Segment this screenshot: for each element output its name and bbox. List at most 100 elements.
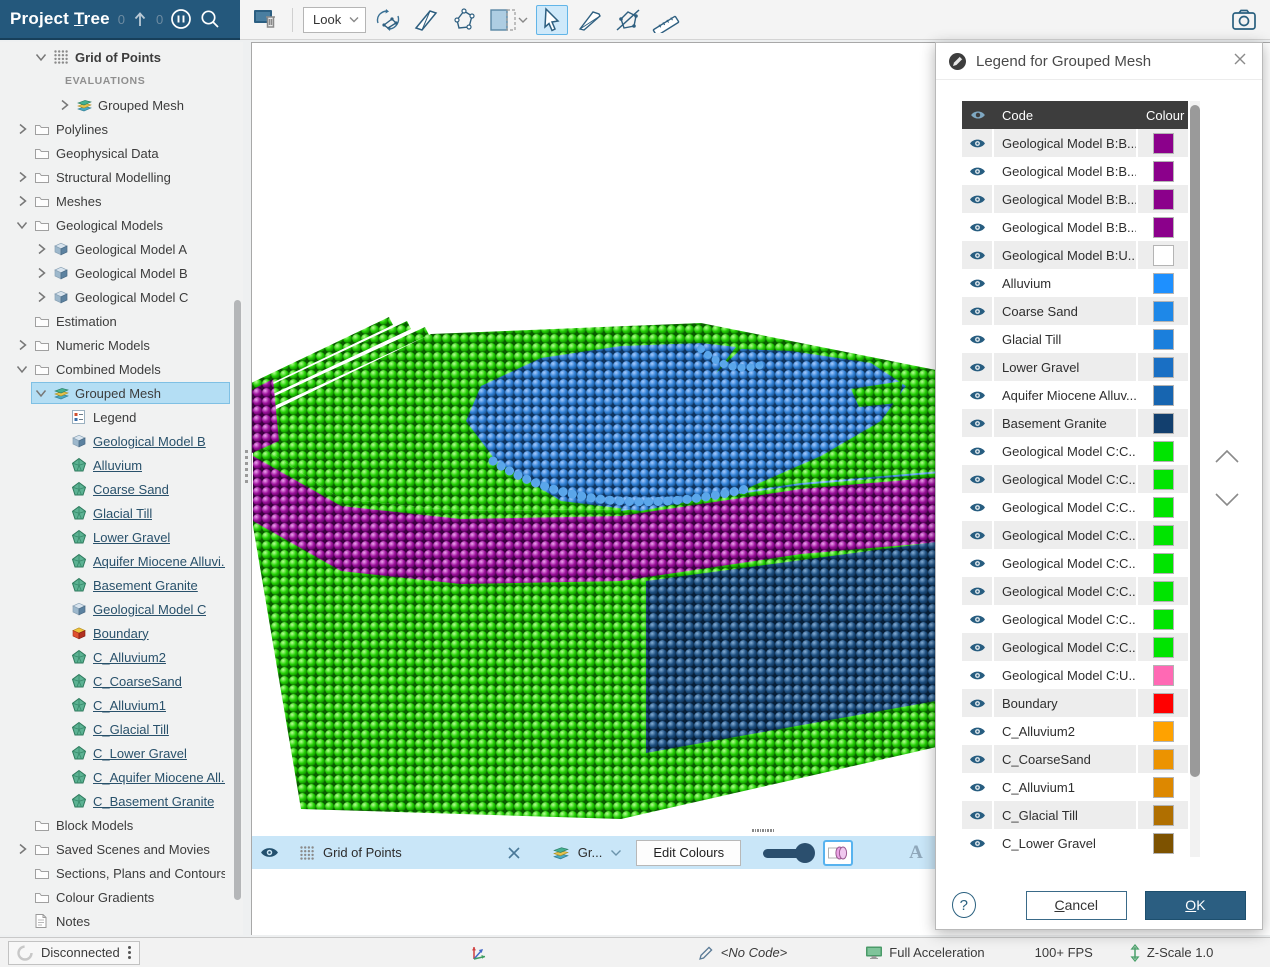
legend-colour-cell[interactable] (1138, 805, 1188, 826)
colour-swatch[interactable] (1153, 413, 1174, 434)
tree-item-c-coarsesand[interactable]: C_CoarseSand (0, 669, 243, 693)
tree-item-notes[interactable]: Notes (0, 909, 243, 933)
tree-item-legend[interactable]: Legend (0, 405, 243, 429)
legend-colour-cell[interactable] (1138, 413, 1188, 434)
upload-arrow-icon[interactable] (132, 10, 148, 28)
legend-code-cell[interactable]: Geological Model B:B... (994, 129, 1138, 157)
expander-closed-icon[interactable] (34, 266, 53, 280)
row-visibility-eye-icon[interactable] (962, 297, 994, 325)
z-scale-indicator[interactable]: Z-Scale 1.0 (1129, 944, 1213, 962)
expander-closed-icon[interactable] (34, 242, 53, 256)
legend-colour-cell[interactable] (1138, 833, 1188, 854)
legend-row[interactable]: C_CoarseSand (962, 745, 1188, 773)
row-visibility-eye-icon[interactable] (962, 129, 994, 157)
colour-swatch[interactable] (1153, 777, 1174, 798)
edit-colours-button[interactable]: Edit Colours (636, 840, 741, 866)
row-visibility-eye-icon[interactable] (962, 773, 994, 801)
tree-item-polylines[interactable]: Polylines (0, 117, 243, 141)
legend-row[interactable]: Geological Model C:C... (962, 493, 1188, 521)
legend-row[interactable]: Geological Model C:C... (962, 437, 1188, 465)
legend-row[interactable]: C_Lower Gravel (962, 829, 1188, 857)
legend-code-cell[interactable]: Basement Granite (994, 409, 1138, 437)
legend-colour-cell[interactable] (1138, 469, 1188, 490)
expander-open-icon[interactable] (15, 218, 34, 232)
tree-item-numeric-models[interactable]: Numeric Models (0, 333, 243, 357)
legend-code-cell[interactable]: Geological Model C:C... (994, 437, 1138, 465)
close-icon[interactable] (1230, 51, 1250, 71)
colour-swatch[interactable] (1153, 749, 1174, 770)
colour-swatch[interactable] (1153, 833, 1174, 854)
legend-colour-cell[interactable] (1138, 721, 1188, 742)
colour-swatch[interactable] (1153, 161, 1174, 182)
legend-code-cell[interactable]: Lower Gravel (994, 353, 1138, 381)
dialog-title-bar[interactable]: Legend for Grouped Mesh (936, 43, 1262, 80)
legend-code-cell[interactable]: C_Alluvium2 (994, 717, 1138, 745)
tree-item-block-models[interactable]: Block Models (0, 813, 243, 837)
legend-code-cell[interactable]: C_Alluvium1 (994, 773, 1138, 801)
legend-colour-cell[interactable] (1138, 777, 1188, 798)
legend-row[interactable]: C_Alluvium1 (962, 773, 1188, 801)
expander-closed-icon[interactable] (15, 338, 34, 352)
legend-colour-cell[interactable] (1138, 357, 1188, 378)
legend-code-cell[interactable]: Boundary (994, 689, 1138, 717)
tree-item-combined-models[interactable]: Combined Models (0, 357, 243, 381)
colour-swatch[interactable] (1153, 525, 1174, 546)
ruler-tool[interactable] (650, 5, 682, 35)
tree-item-glacial-till[interactable]: Glacial Till (0, 501, 243, 525)
legend-row[interactable]: Glacial Till (962, 325, 1188, 353)
remove-from-scene-icon[interactable] (506, 845, 522, 861)
colour-swatch[interactable] (1153, 637, 1174, 658)
colour-swatch[interactable] (1153, 245, 1174, 266)
search-icon[interactable] (199, 8, 221, 30)
legend-colour-cell[interactable] (1138, 161, 1188, 182)
tree-item-structural-modelling[interactable]: Structural Modelling (0, 165, 243, 189)
tree-item-estimation[interactable]: Estimation (0, 309, 243, 333)
colour-swatch[interactable] (1153, 665, 1174, 686)
tree-scrollbar-thumb[interactable] (234, 300, 241, 900)
tree-item-c-basement-granite[interactable]: C_Basement Granite (0, 789, 243, 813)
legend-colour-cell[interactable] (1138, 301, 1188, 322)
legend-code-cell[interactable]: Geological Model C:C... (994, 577, 1138, 605)
colour-swatch[interactable] (1153, 133, 1174, 154)
tree-item-geological-models[interactable]: Geological Models (0, 213, 243, 237)
legend-row[interactable]: Geological Model B:B... (962, 157, 1188, 185)
legend-colour-cell[interactable] (1138, 749, 1188, 770)
row-visibility-eye-icon[interactable] (962, 465, 994, 493)
legend-colour-cell[interactable] (1138, 581, 1188, 602)
row-visibility-eye-icon[interactable] (962, 381, 994, 409)
legend-colour-cell[interactable] (1138, 553, 1188, 574)
colour-swatch[interactable] (1153, 721, 1174, 742)
legend-colour-cell[interactable] (1138, 525, 1188, 546)
legend-row[interactable]: Geological Model B:B... (962, 129, 1188, 157)
tree-item-geophysical-data[interactable]: Geophysical Data (0, 141, 243, 165)
tree-scrollbar[interactable] (233, 42, 242, 935)
point-shape-selector[interactable] (823, 840, 853, 866)
tree-item-aquifer-miocene-alluvi-[interactable]: Aquifer Miocene Alluvi... (0, 549, 243, 573)
legend-code-cell[interactable]: Geological Model C:C... (994, 521, 1138, 549)
tree-item-c-alluvium2[interactable]: C_Alluvium2 (0, 645, 243, 669)
legend-colour-cell[interactable] (1138, 273, 1188, 294)
row-visibility-eye-icon[interactable] (962, 353, 994, 381)
row-visibility-eye-icon[interactable] (962, 717, 994, 745)
legend-code-cell[interactable]: Geological Model C:C... (994, 465, 1138, 493)
legend-row[interactable]: Geological Model C:C... (962, 605, 1188, 633)
clear-scene-button[interactable] (250, 5, 282, 35)
tree-item-geological-model-a[interactable]: Geological Model A (0, 237, 243, 261)
shape-bar-grip[interactable] (752, 829, 774, 833)
colour-swatch[interactable] (1153, 357, 1174, 378)
row-visibility-eye-icon[interactable] (962, 157, 994, 185)
row-visibility-eye-icon[interactable] (962, 269, 994, 297)
legend-row[interactable]: Geological Model C:C... (962, 549, 1188, 577)
legend-code-cell[interactable]: Geological Model C:C... (994, 633, 1138, 661)
rotate-slicer-tool[interactable] (372, 5, 404, 35)
legend-row[interactable]: Geological Model B:B... (962, 185, 1188, 213)
legend-code-cell[interactable]: Geological Model B:B... (994, 213, 1138, 241)
expander-closed-icon[interactable] (34, 290, 53, 304)
legend-row[interactable]: Geological Model C:C... (962, 577, 1188, 605)
colour-swatch[interactable] (1153, 189, 1174, 210)
legend-code-cell[interactable]: C_Lower Gravel (994, 829, 1138, 857)
row-visibility-eye-icon[interactable] (962, 409, 994, 437)
code-column-header[interactable]: Code (994, 108, 1138, 123)
legend-scrollbar[interactable] (1190, 101, 1200, 857)
expander-open-icon[interactable] (34, 386, 53, 400)
